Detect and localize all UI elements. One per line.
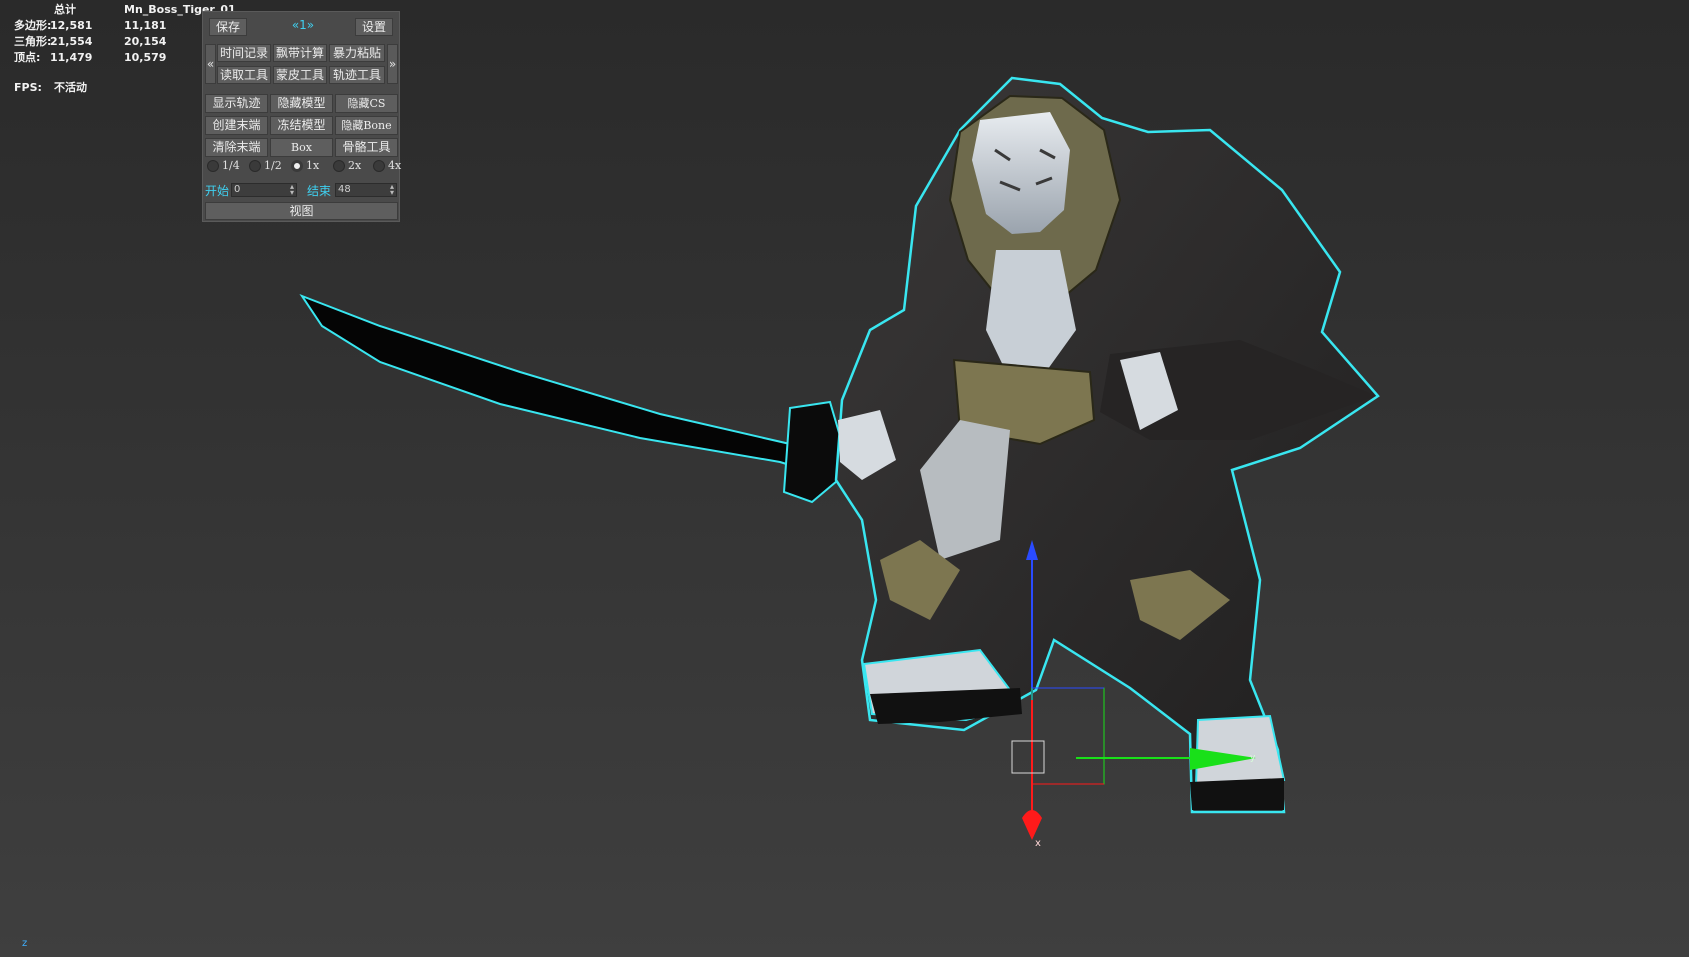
gizmo-plane-yz[interactable] — [1031, 687, 1105, 785]
left-geta — [870, 688, 1022, 724]
right-geta — [1190, 778, 1284, 810]
tiger-boss-character[interactable] — [834, 76, 1380, 814]
katana-sword[interactable] — [299, 293, 852, 504]
gizmo-x-label: x — [1035, 838, 1041, 849]
gizmo-y-label: y — [1250, 753, 1256, 763]
viewport-axis-indicator: z — [22, 938, 28, 949]
viewport-3d[interactable]: x y — [0, 0, 1689, 957]
gizmo-x-arrow[interactable] — [1022, 810, 1042, 840]
katana-blade — [299, 293, 814, 472]
gizmo-center-box[interactable] — [1011, 740, 1045, 774]
